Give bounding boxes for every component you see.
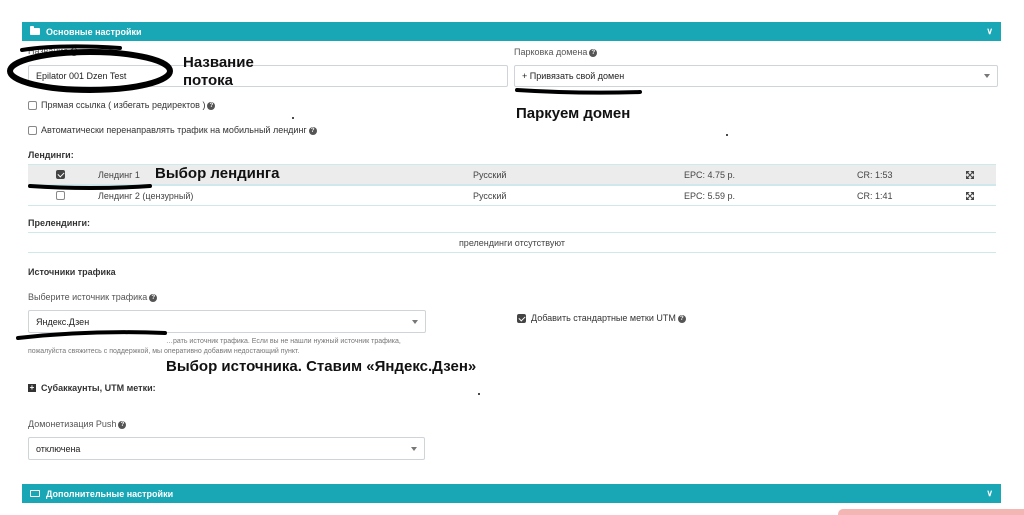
source-underline-scribble xyxy=(16,330,167,340)
annotation-choose-source: Выбор источника. Ставим «Яндекс.Дзен» xyxy=(166,358,477,375)
stray-dot xyxy=(726,134,728,136)
landing-underline-scribble xyxy=(28,184,152,190)
domain-underline-scribble xyxy=(515,88,642,95)
annotation-choose-landing: Выбор лендинга xyxy=(155,165,280,182)
annotation-name-line-1: Название xyxy=(183,54,254,71)
stray-dot xyxy=(292,117,294,119)
name-circle-scribble xyxy=(7,49,173,93)
annotation-name-line-2: потока xyxy=(183,72,234,89)
annotation-park-domain: Паркуем домен xyxy=(516,105,631,122)
stray-dot xyxy=(478,393,480,395)
annotation-scribbles xyxy=(7,44,642,340)
